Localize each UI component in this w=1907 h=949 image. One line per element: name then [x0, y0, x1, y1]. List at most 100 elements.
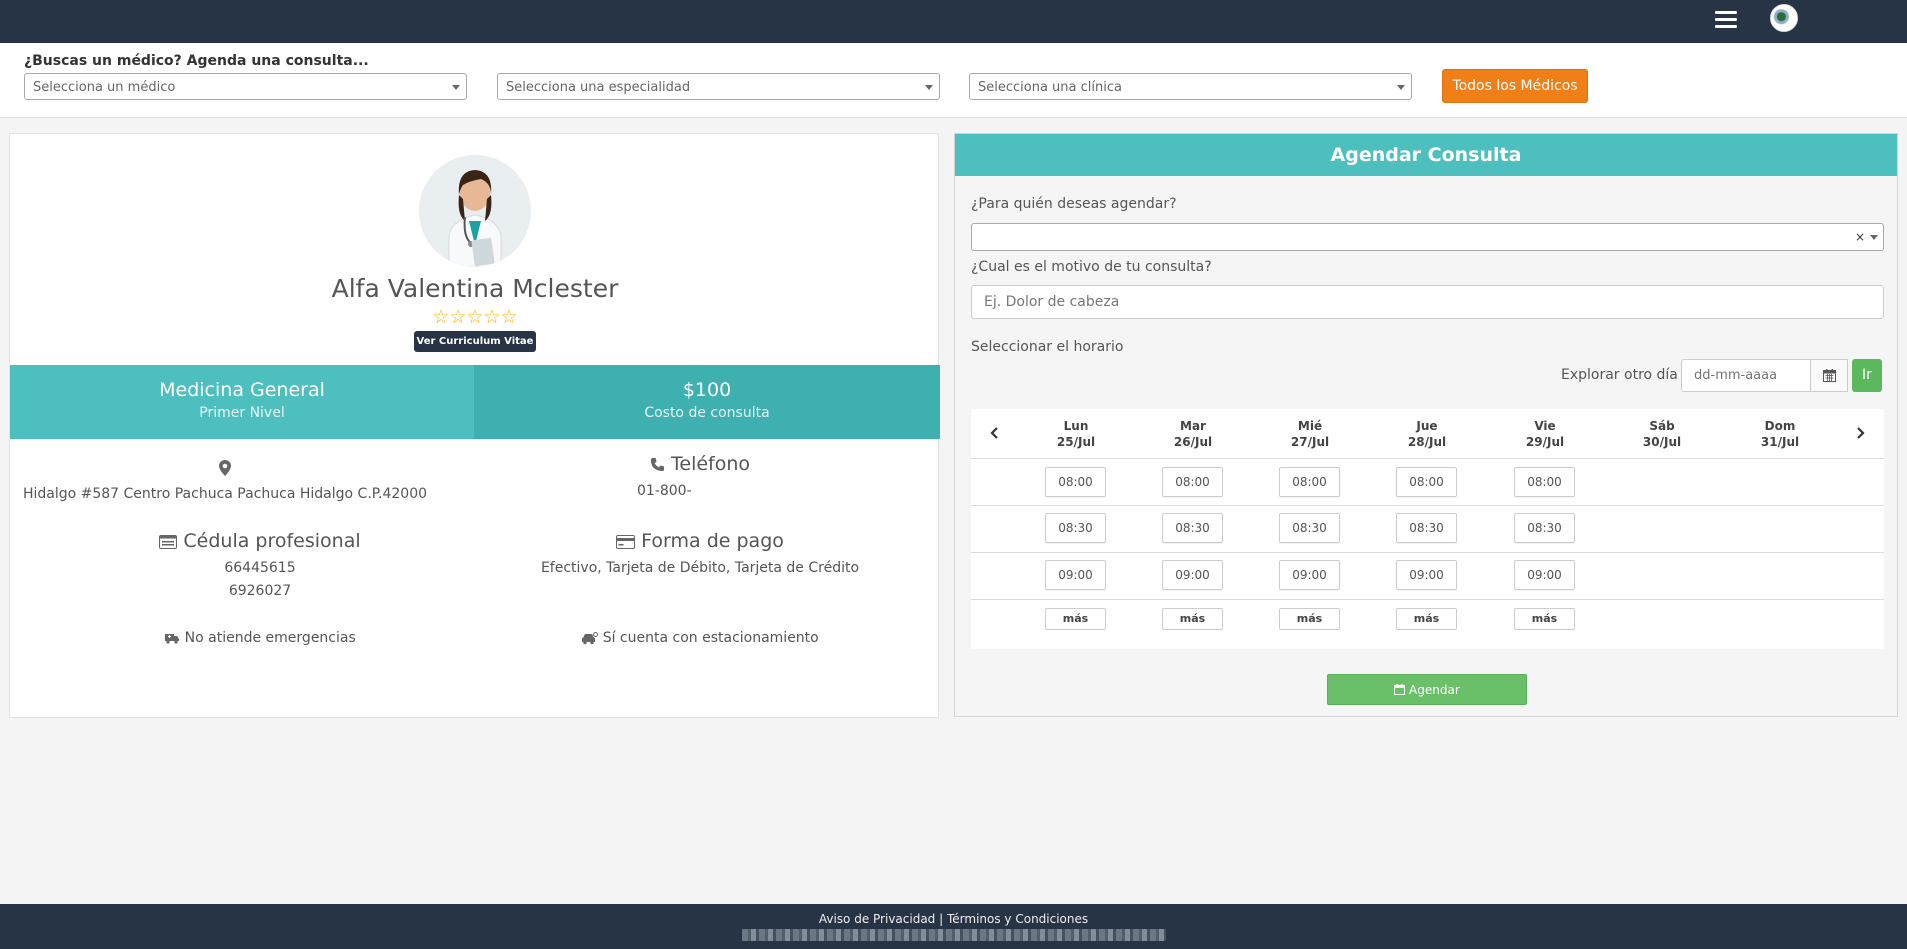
payment-block: Forma de pago Efectivo, Tarjeta de Débit…: [470, 530, 930, 576]
day-date: 27/Jul: [1290, 435, 1330, 449]
more-times-button[interactable]: más: [1514, 608, 1575, 630]
specialty-band: Medicina General Primer Nivel: [10, 365, 474, 439]
specialty-level: Primer Nivel: [199, 405, 285, 421]
search-bar: ¿Buscas un médico? Agenda una consulta..…: [0, 43, 1907, 118]
time-row: 08:30 08:30 08:30 08:30 08:30: [971, 506, 1884, 553]
schedule-header: Lun 25/Jul Mar 26/Jul Mié 27/Jul Jue 28/Jul …: [971, 409, 1884, 459]
time-row: 08:00 08:00 08:00 08:00 08:00: [971, 459, 1884, 506]
day-name: Dom: [1764, 419, 1796, 433]
terms-link[interactable]: Términos y Condiciones: [947, 912, 1088, 926]
time-slot[interactable]: 08:00: [1514, 467, 1575, 497]
calendar-icon: [1394, 684, 1406, 695]
address-block: Hidalgo #587 Centro Pachuca Pachuca Hida…: [10, 456, 440, 502]
time-slot[interactable]: 08:30: [1162, 513, 1223, 543]
clinic-select[interactable]: Selecciona una clínica: [969, 73, 1412, 100]
doctor-name: Alfa Valentina Mclester: [331, 274, 619, 303]
doctor-photo: [419, 155, 531, 267]
chevron-down-icon: [925, 85, 933, 90]
schedule-submit-label: Agendar: [1409, 683, 1460, 697]
go-button[interactable]: Ir: [1852, 359, 1882, 392]
view-cv-button[interactable]: Ver Curriculum Vitae: [414, 331, 536, 352]
time-slot[interactable]: 09:00: [1162, 560, 1223, 590]
time-slot[interactable]: 09:00: [1279, 560, 1340, 590]
more-row: más más más más más: [971, 600, 1884, 640]
chevron-down-icon: [1870, 235, 1878, 240]
time-slot[interactable]: 09:00: [1514, 560, 1575, 590]
day-date: 30/Jul: [1642, 435, 1682, 449]
schedule-label: Seleccionar el horario: [971, 339, 1124, 355]
clear-icon[interactable]: ×: [1855, 230, 1865, 244]
more-times-button[interactable]: más: [1396, 608, 1457, 630]
calendar-icon: [1822, 369, 1836, 382]
consultation-price: $100: [682, 379, 732, 401]
phone-number: 01-800-: [637, 483, 692, 499]
map-marker-icon: [10, 456, 440, 478]
payment-title: Forma de pago: [641, 530, 784, 552]
day-header: Lun 25/Jul: [1031, 418, 1121, 450]
menu-icon[interactable]: [1715, 11, 1737, 29]
specialty-select[interactable]: Selecciona una especialidad: [497, 73, 940, 100]
more-times-button[interactable]: más: [1279, 608, 1340, 630]
time-slot[interactable]: 08:30: [1045, 513, 1106, 543]
chevron-right-icon[interactable]: [1850, 423, 1870, 443]
doctor-select-placeholder: Selecciona un médico: [33, 80, 176, 95]
time-slot[interactable]: 08:00: [1279, 467, 1340, 497]
time-slot[interactable]: 08:00: [1045, 467, 1106, 497]
day-name: Jue: [1416, 419, 1438, 433]
emergencies-text: No atiende emergencias: [184, 630, 356, 646]
privacy-link[interactable]: Aviso de Privacidad: [819, 912, 935, 926]
price-band: $100 Costo de consulta: [474, 365, 940, 439]
day-name: Lun: [1063, 419, 1089, 433]
footer-separator: |: [939, 912, 944, 926]
emergencies-note: No atiende emergencias: [10, 630, 510, 646]
more-times-button[interactable]: más: [1162, 608, 1223, 630]
parking-note: Sí cuenta con estacionamiento: [470, 630, 930, 646]
day-header: Mar 26/Jul: [1148, 418, 1238, 450]
license-number: 66445615: [224, 560, 296, 576]
user-avatar[interactable]: [1770, 4, 1798, 32]
rating-stars: ☆☆☆☆☆: [432, 306, 518, 328]
reason-input[interactable]: [971, 285, 1884, 319]
reason-label: ¿Cual es el motivo de tu consulta?: [971, 259, 1212, 275]
all-doctors-button[interactable]: Todos los Médicos: [1442, 69, 1588, 103]
day-name: Vie: [1534, 419, 1556, 433]
appointment-panel: Agendar Consulta ¿Para quién deseas agen…: [954, 133, 1898, 717]
schedule-submit-button[interactable]: Agendar: [1327, 674, 1527, 705]
credit-card-icon: [616, 534, 636, 549]
doctor-select[interactable]: Selecciona un médico: [24, 73, 467, 100]
explore-day-label: Explorar otro día: [1561, 367, 1678, 383]
specialty-select-placeholder: Selecciona una especialidad: [506, 80, 691, 95]
time-slot[interactable]: 09:00: [1396, 560, 1457, 590]
license-number: 6926027: [228, 583, 292, 599]
patient-select[interactable]: ×: [971, 223, 1884, 251]
day-header: Sáb 30/Jul: [1617, 418, 1707, 450]
schedule-grid: Lun 25/Jul Mar 26/Jul Mié 27/Jul Jue 28/Jul …: [971, 409, 1884, 649]
time-slot[interactable]: 08:00: [1396, 467, 1457, 497]
time-slot[interactable]: 09:00: [1045, 560, 1106, 590]
chevron-left-icon[interactable]: [985, 423, 1005, 443]
specialty-name: Medicina General: [159, 379, 325, 401]
phone-icon: [650, 457, 665, 472]
address-text: Hidalgo #587 Centro Pachuca Pachuca Hida…: [22, 486, 428, 502]
time-slot[interactable]: 08:30: [1279, 513, 1340, 543]
time-slot[interactable]: 08:30: [1396, 513, 1457, 543]
license-title: Cédula profesional: [183, 530, 361, 552]
more-times-button[interactable]: más: [1045, 608, 1106, 630]
top-navbar: [0, 0, 1907, 43]
calendar-button[interactable]: [1810, 359, 1848, 392]
day-date: 29/Jul: [1525, 435, 1565, 449]
footer: Aviso de Privacidad | Términos y Condici…: [0, 904, 1907, 949]
search-title: ¿Buscas un médico? Agenda una consulta..…: [24, 53, 369, 69]
license-block: Cédula profesional 66445615 6926027: [10, 530, 510, 599]
day-name: Mié: [1297, 419, 1323, 433]
time-slot[interactable]: 08:00: [1162, 467, 1223, 497]
for-whom-label: ¿Para quién deseas agendar?: [971, 196, 1177, 212]
car-icon: [582, 631, 599, 644]
date-input[interactable]: [1681, 359, 1811, 392]
day-header: Dom 31/Jul: [1735, 418, 1825, 450]
day-name: Sáb: [1649, 419, 1675, 433]
copyright-text-blurred: [741, 929, 1166, 941]
day-date: 26/Jul: [1173, 435, 1213, 449]
time-slot[interactable]: 08:30: [1514, 513, 1575, 543]
phone-block: Teléfono 01-800-: [470, 453, 930, 499]
